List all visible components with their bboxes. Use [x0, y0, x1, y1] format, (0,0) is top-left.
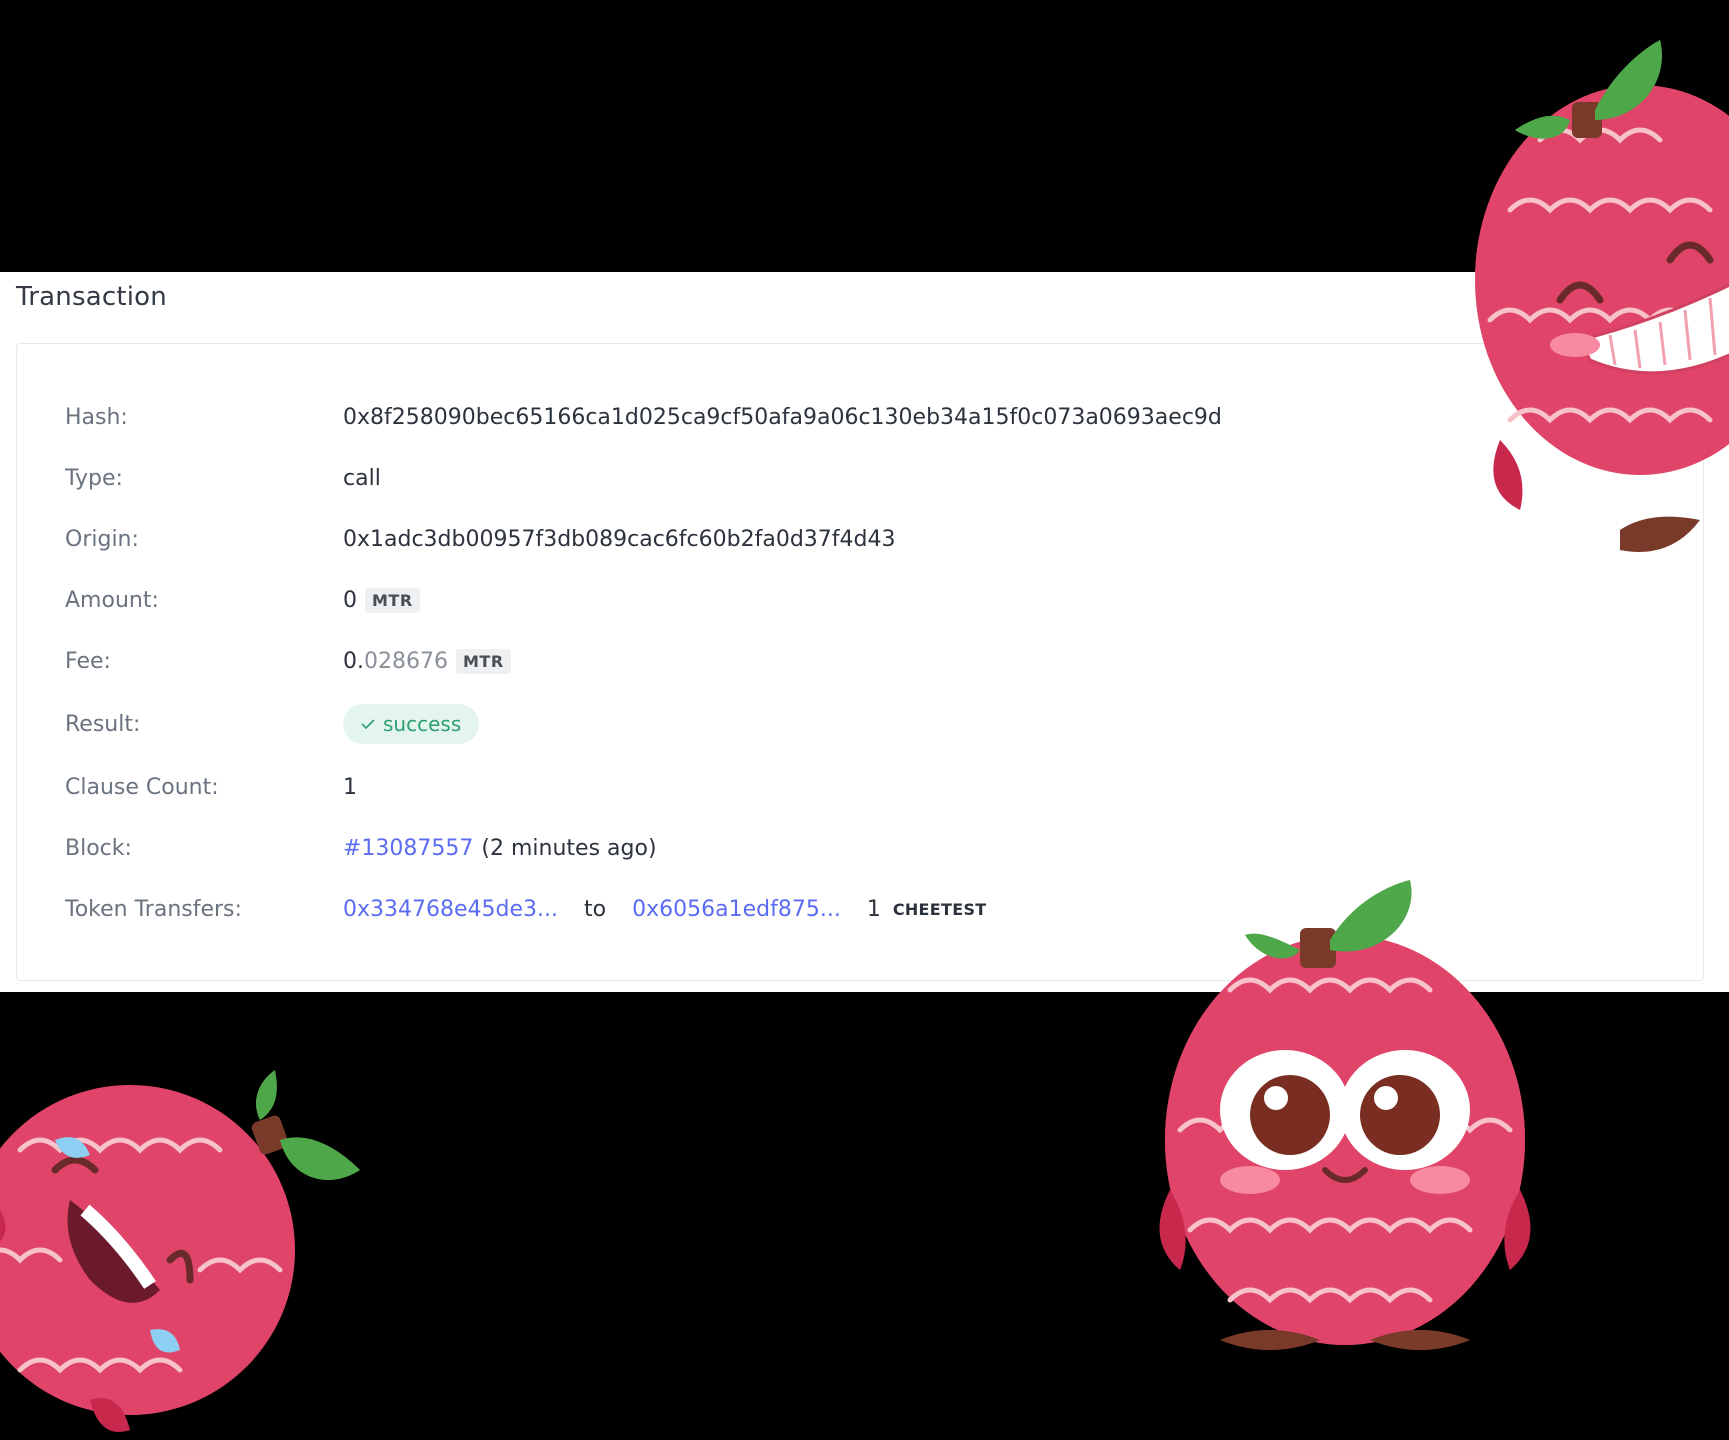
transfer-amount: 1	[866, 896, 881, 922]
token-transfers-label: Token Transfers:	[65, 896, 242, 922]
transfer-token-unit: CHEETEST	[892, 899, 987, 919]
transfer-from-address-link[interactable]: 0x334768e45de3...	[343, 897, 558, 922]
type-value: call	[343, 465, 381, 491]
block-number-link[interactable]: #13087557	[343, 836, 473, 861]
success-status-badge: success	[343, 704, 480, 744]
amount-unit-badge: MTR	[365, 587, 420, 613]
origin-label: Origin:	[65, 526, 139, 552]
result-value-wrap: success	[343, 704, 480, 744]
raspberry-mascot-smiling-overlay	[1159, 880, 1531, 1350]
clause-count-label: Clause Count:	[65, 774, 219, 800]
block-value-wrap: #13087557 (2 minutes ago)	[343, 836, 657, 861]
fee-unit-badge: MTR	[455, 648, 511, 674]
amount-label: Amount:	[65, 587, 159, 613]
panel-title: Transaction	[16, 282, 167, 312]
transfer-to-word: to	[584, 896, 607, 922]
origin-address-link[interactable]: 0x1adc3db00957f3db089cac6fc60b2fa0d37f4d…	[343, 527, 895, 552]
fee-label: Fee:	[65, 648, 111, 674]
hash-value[interactable]: 0x8f258090bec65166ca1d025ca9cf50afa9a06c…	[343, 405, 1222, 430]
block-age: (2 minutes ago)	[481, 835, 657, 861]
success-status-text: success	[383, 712, 462, 736]
block-label: Block:	[65, 835, 132, 861]
fee-value-integer: 0.	[343, 648, 364, 674]
type-label: Type:	[65, 465, 123, 491]
result-label: Result:	[65, 711, 141, 737]
raspberry-mascot-laughing	[0, 1070, 360, 1432]
hash-label: Hash:	[65, 404, 128, 430]
transfer-to-address-link[interactable]: 0x6056a1edf875...	[632, 897, 841, 922]
token-transfer-item: 0x334768e45de3... to 0x6056a1edf875... 1…	[343, 897, 987, 922]
fee-value-decimal: 028676	[364, 648, 448, 674]
raspberry-mascot-grinning-overlay	[1475, 40, 1729, 552]
check-icon	[361, 719, 375, 729]
fee-value-wrap: 0. 028676 MTR	[343, 648, 511, 674]
amount-value: 0	[343, 587, 357, 613]
clause-count-value: 1	[343, 774, 357, 800]
amount-value-wrap: 0 MTR	[343, 587, 420, 613]
